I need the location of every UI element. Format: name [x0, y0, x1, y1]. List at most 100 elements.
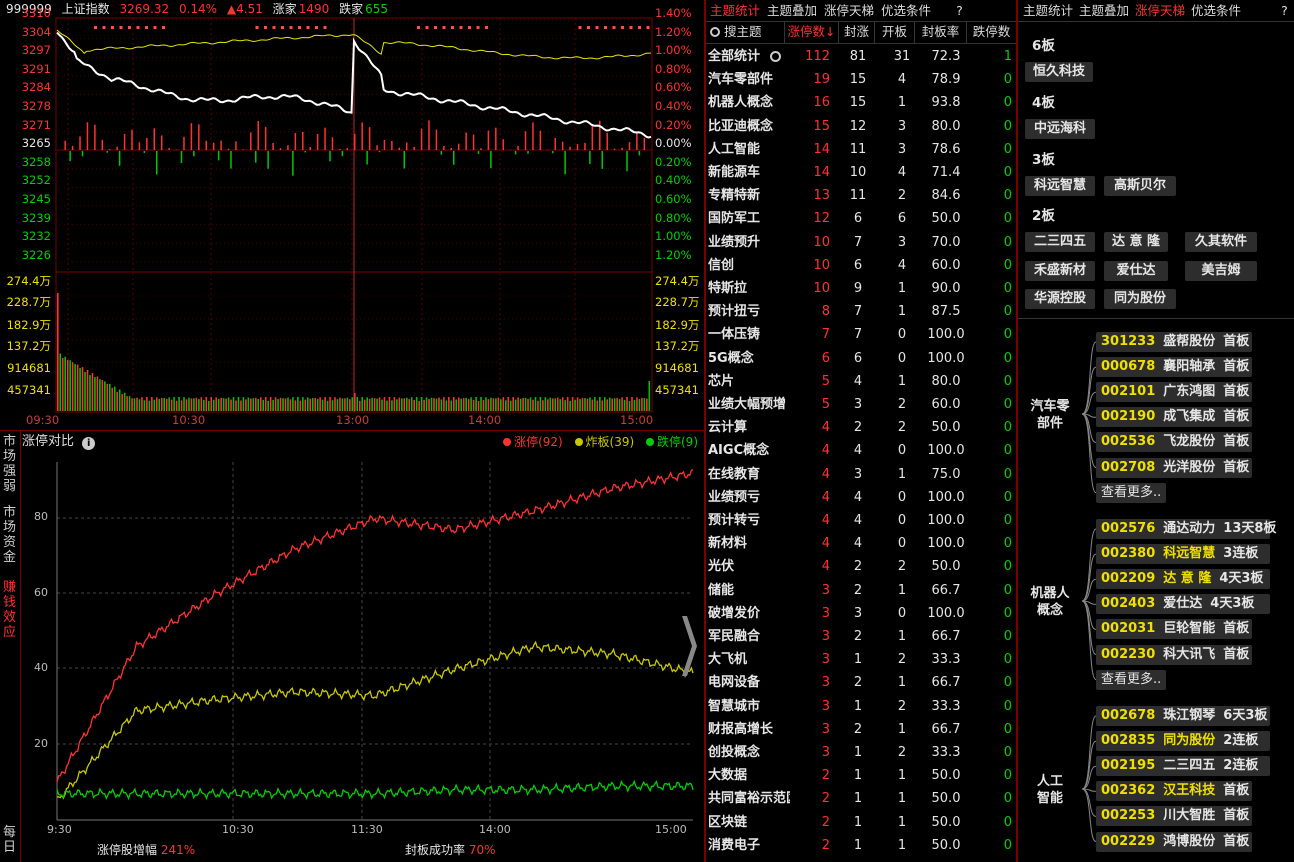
tab-market-funds[interactable]: 市场资金 — [0, 505, 19, 565]
ladder-stock-chip[interactable]: 美吉姆 — [1185, 261, 1257, 281]
stock-row[interactable]: 002536 飞龙股份 首板 — [1096, 432, 1252, 453]
breadth-bar — [621, 147, 623, 150]
limit-down-count: 0 — [1003, 118, 1012, 134]
stock-row[interactable]: 002229 鸿博股份 首板 — [1096, 831, 1252, 852]
ladder-stock-chip[interactable]: 禾盛新材 — [1025, 261, 1095, 281]
tab-theme-overlay[interactable]: 主题叠加 — [767, 3, 817, 18]
stock-row[interactable]: 002209 达 意 隆 4天3板 — [1096, 569, 1270, 590]
theme-row[interactable]: 大数据 2 1 1 50.0 0 — [706, 764, 1016, 787]
theme-row[interactable]: 信创 10 6 4 60.0 0 — [706, 254, 1016, 277]
ladder-stock-chip[interactable]: 爱仕达 — [1104, 261, 1168, 281]
ladder-stock-chip[interactable]: 华源控股 — [1025, 289, 1095, 309]
theme-row[interactable]: 光伏 4 2 2 50.0 0 — [706, 555, 1016, 578]
ladder-stock-chip[interactable]: 同为股份 — [1104, 289, 1176, 309]
col-sealed[interactable]: 封涨 — [838, 21, 874, 43]
theme-row[interactable]: 业绩预亏 4 4 0 100.0 0 — [706, 486, 1016, 509]
stock-row[interactable]: 002195 二三四五 2连板 — [1096, 756, 1270, 777]
stock-row[interactable]: 002031 巨轮智能 首板 — [1096, 619, 1252, 640]
stock-row[interactable]: 002101 广东鸿图 首板 — [1096, 382, 1252, 403]
index-intraday-chart[interactable] — [0, 0, 705, 430]
theme-row[interactable]: 机器人概念 16 15 1 93.8 0 — [706, 91, 1016, 114]
ladder-stock-chip[interactable]: 二三四五 — [1025, 232, 1095, 252]
stock-row[interactable]: 002380 科远智慧 3连板 — [1096, 544, 1270, 565]
theme-row[interactable]: 新能源车 14 10 4 71.4 0 — [706, 161, 1016, 184]
ladder-stock-chip[interactable]: 科远智慧 — [1025, 176, 1095, 196]
stock-row[interactable]: 002362 汉王科技 首板 — [1096, 781, 1252, 802]
ladder-stock-chip[interactable]: 高斯贝尔 — [1104, 176, 1176, 196]
theme-row[interactable]: 国防军工 12 6 6 50.0 0 — [706, 207, 1016, 230]
theme-row[interactable]: 储能 3 2 1 66.7 0 — [706, 579, 1016, 602]
stock-row[interactable]: 301233 盛帮股份 首板 — [1096, 332, 1252, 352]
theme-row[interactable]: 汽车零部件 19 15 4 78.9 0 — [706, 68, 1016, 91]
ladder-stock-chip[interactable]: 达 意 隆 — [1104, 232, 1168, 252]
ladder-stock-chip[interactable]: 中远海科 — [1025, 119, 1095, 139]
info-icon[interactable]: i — [82, 437, 96, 450]
tab-theme-stats[interactable]: 主题统计 — [1023, 3, 1073, 18]
event-marker — [578, 26, 582, 29]
theme-row[interactable]: 芯片 5 4 1 80.0 0 — [706, 370, 1016, 393]
theme-row[interactable]: 破增发价 3 3 0 100.0 0 — [706, 602, 1016, 625]
theme-row[interactable]: 比亚迪概念 15 12 3 80.0 0 — [706, 115, 1016, 138]
col-opened[interactable]: 开板 — [874, 21, 914, 43]
theme-row[interactable]: AIGC概念 4 4 0 100.0 0 — [706, 439, 1016, 462]
theme-row[interactable]: 云计算 4 2 2 50.0 0 — [706, 416, 1016, 439]
stock-row[interactable]: 002708 光洋股份 首板 — [1096, 457, 1252, 478]
help-icon[interactable]: ? — [1281, 3, 1288, 18]
col-limit-down[interactable]: 跌停数 — [966, 21, 1016, 43]
theme-search[interactable]: 搜主题 — [706, 21, 784, 43]
breadth-bar — [138, 142, 141, 150]
theme-row[interactable]: 全部统计 112 81 31 72.3 1 — [706, 45, 1016, 68]
stock-row[interactable]: 002835 同为股份 2连板 — [1096, 731, 1270, 752]
theme-row[interactable]: 一体压铸 7 7 0 100.0 0 — [706, 323, 1016, 346]
view-more-button[interactable]: 查看更多.. — [1096, 482, 1167, 503]
tab-limit-ladder[interactable]: 涨停天梯 — [824, 3, 874, 18]
stock-row[interactable]: 002576 通达动力 13天8板 — [1096, 519, 1276, 539]
tab-daily[interactable]: 每日 — [0, 825, 19, 855]
tab-market-strength[interactable]: 市场强弱 — [0, 434, 19, 494]
stock-row[interactable]: 002230 科大讯飞 首板 — [1096, 644, 1252, 665]
theme-row[interactable]: 人工智能 14 11 3 78.6 0 — [706, 138, 1016, 161]
tab-filter[interactable]: 优选条件 — [1191, 3, 1241, 18]
stats-circle-icon[interactable] — [770, 51, 781, 62]
expand-arrow-icon[interactable] — [682, 616, 697, 676]
tab-profit-effect[interactable]: 赚钱效应 — [0, 580, 19, 640]
view-more-button[interactable]: 查看更多.. — [1096, 669, 1167, 690]
ladder-stock-chip[interactable]: 久其软件 — [1185, 232, 1257, 252]
tab-theme-overlay[interactable]: 主题叠加 — [1079, 3, 1129, 18]
theme-row[interactable]: 消费电子 2 1 1 50.0 0 — [706, 834, 1016, 857]
theme-row[interactable]: 5G概念 6 6 0 100.0 0 — [706, 347, 1016, 370]
tab-theme-stats[interactable]: 主题统计 — [710, 3, 760, 18]
help-icon[interactable]: ? — [956, 3, 963, 18]
limit-down-count: 0 — [1003, 188, 1012, 204]
theme-row[interactable]: 创投概念 3 1 2 33.3 0 — [706, 741, 1016, 764]
theme-row[interactable]: 专精特新 13 11 2 84.6 0 — [706, 184, 1016, 207]
tab-filter[interactable]: 优选条件 — [881, 3, 931, 18]
stock-row[interactable]: 002678 珠江钢琴 6天3板 — [1096, 706, 1270, 726]
theme-row[interactable]: 预计扭亏 8 7 1 87.5 0 — [706, 300, 1016, 323]
theme-row[interactable]: 新材料 4 4 0 100.0 0 — [706, 532, 1016, 555]
theme-row[interactable]: 区块链 2 1 1 50.0 0 — [706, 811, 1016, 834]
stock-row[interactable]: 002253 川大智胜 首板 — [1096, 806, 1252, 827]
col-limit-up-count[interactable]: 涨停数↓ — [784, 21, 838, 43]
theme-row[interactable]: 大飞机 3 1 2 33.3 0 — [706, 648, 1016, 671]
stock-row[interactable]: 002190 成飞集成 首板 — [1096, 407, 1252, 428]
theme-row[interactable]: 共同富裕示范区 2 1 1 50.0 0 — [706, 787, 1016, 810]
volume-bar — [319, 397, 321, 411]
theme-row[interactable]: 预计转亏 4 4 0 100.0 0 — [706, 509, 1016, 532]
stock-row[interactable]: 002403 爱仕达 4天3板 — [1096, 594, 1270, 615]
col-seal-rate[interactable]: 封板率 — [914, 21, 966, 43]
breadth-bar — [435, 129, 438, 150]
stock-row[interactable]: 000678 襄阳轴承 首板 — [1096, 357, 1252, 378]
volume-bar — [492, 398, 495, 411]
ladder-stock-chip[interactable]: 恒久科技 — [1025, 62, 1093, 82]
tab-limit-ladder[interactable]: 涨停天梯 — [1135, 3, 1185, 18]
theme-row[interactable]: 军民融合 3 2 1 66.7 0 — [706, 625, 1016, 648]
theme-row[interactable]: 在线教育 4 3 1 75.0 0 — [706, 463, 1016, 486]
theme-row[interactable]: 财报高增长 3 2 1 66.7 0 — [706, 718, 1016, 741]
theme-row[interactable]: 业绩预升 10 7 3 70.0 0 — [706, 231, 1016, 254]
theme-row[interactable]: 业绩大幅预增 5 3 2 60.0 0 — [706, 393, 1016, 416]
theme-row[interactable]: 特斯拉 10 9 1 90.0 0 — [706, 277, 1016, 300]
volume-bar — [401, 398, 403, 411]
theme-row[interactable]: 电网设备 3 2 1 66.7 0 — [706, 671, 1016, 694]
theme-row[interactable]: 智慧城市 3 1 2 33.3 0 — [706, 695, 1016, 718]
